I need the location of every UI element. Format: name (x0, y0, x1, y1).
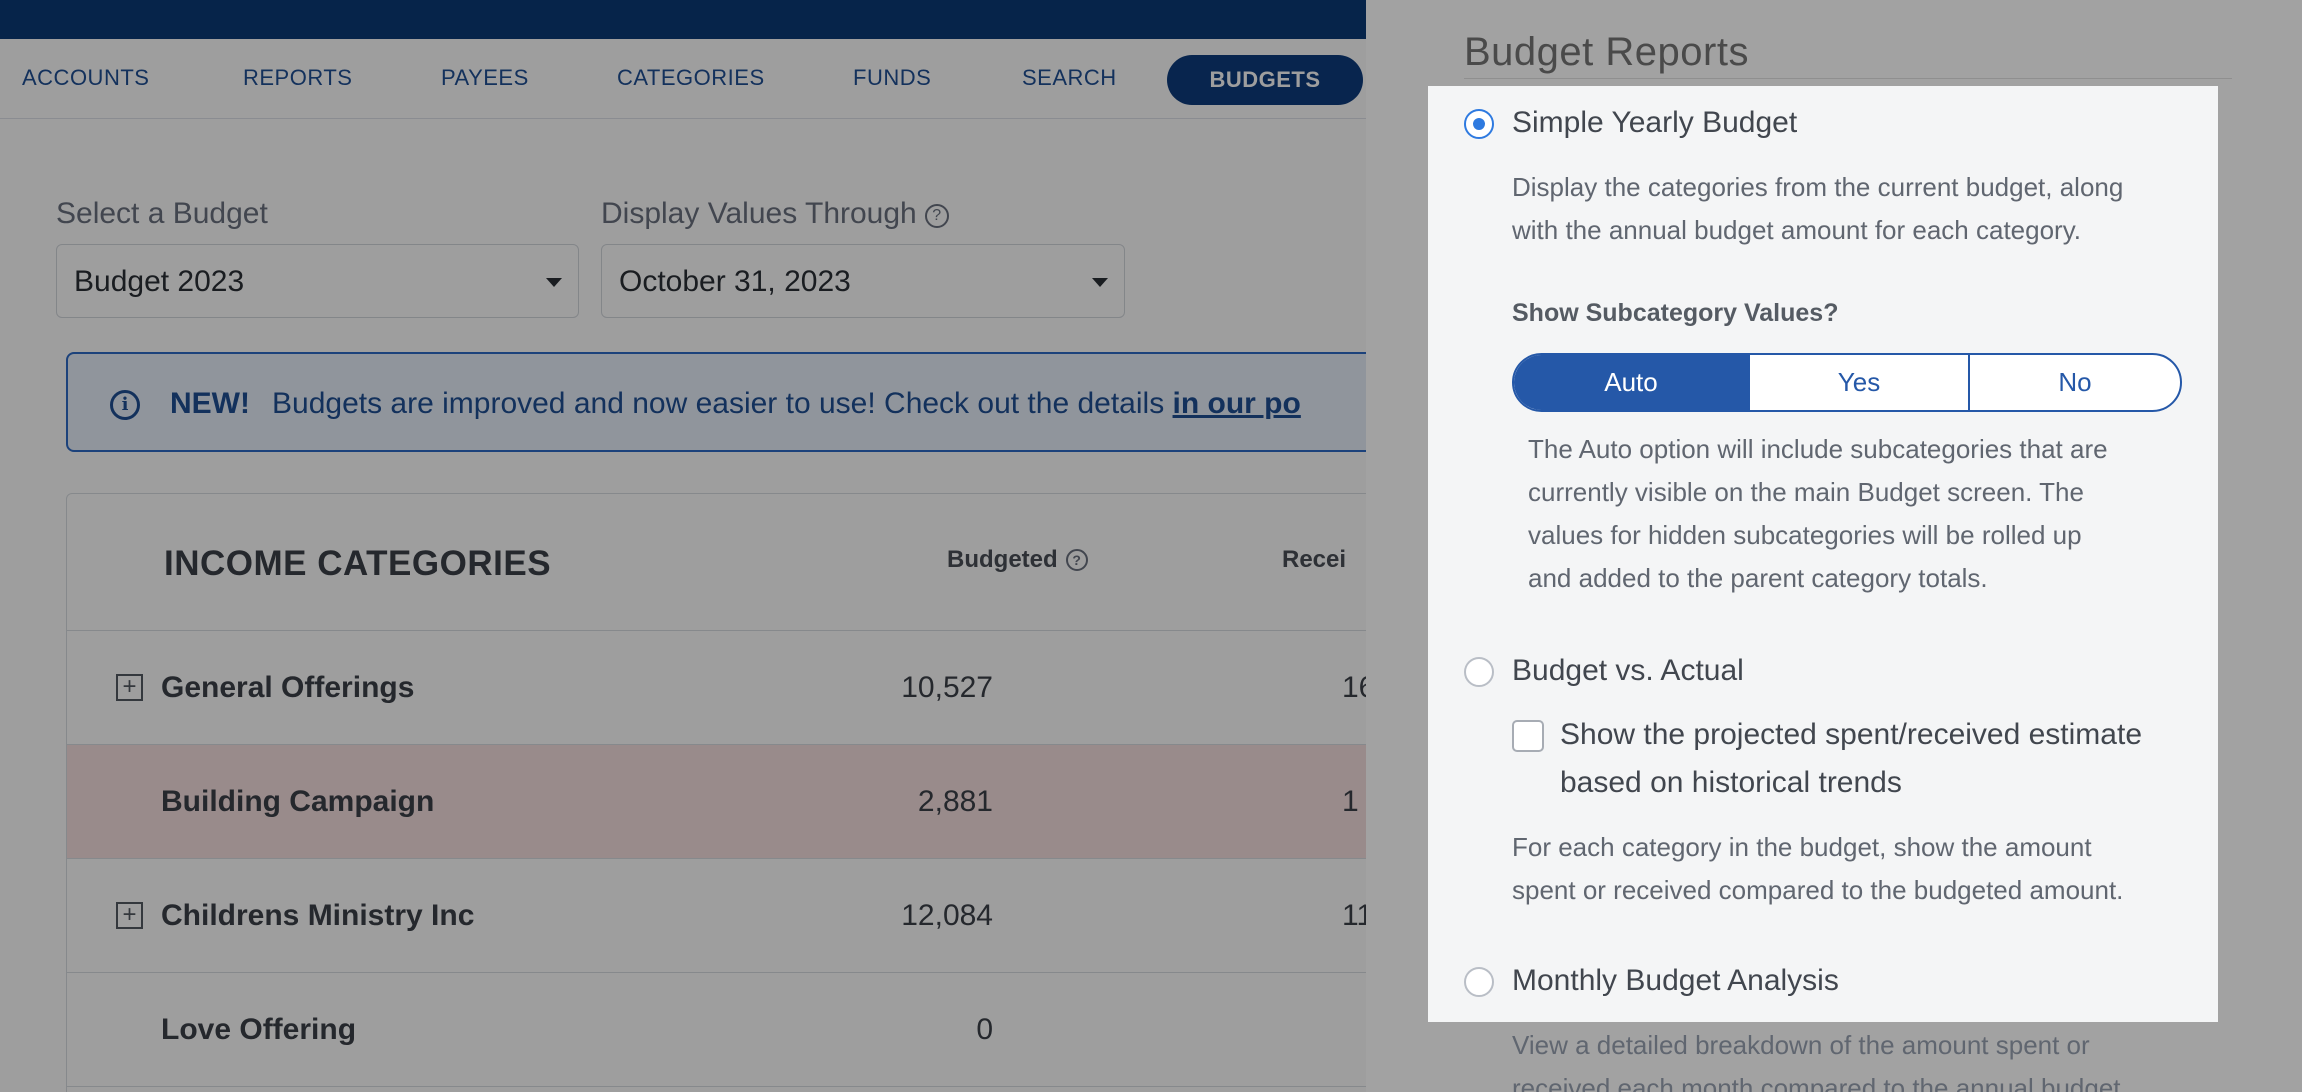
monthly-analysis-desc-line: received each month compared to the annu… (1512, 1073, 2121, 1092)
monthly-analysis-radio[interactable] (1464, 967, 1494, 997)
projected-estimate-checkbox[interactable] (1512, 720, 1544, 752)
subcategory-yes-button[interactable]: Yes (1748, 355, 1968, 410)
subcategory-heading: Show Subcategory Values? (1512, 299, 1839, 327)
subcategory-note-line: currently visible on the main Budget scr… (1528, 477, 2084, 507)
projected-estimate-label-line[interactable]: based on historical trends (1560, 766, 1902, 800)
subcategory-note-line: The Auto option will include subcategori… (1528, 434, 2108, 464)
simple-yearly-desc-line: with the annual budget amount for each c… (1512, 215, 2082, 245)
projected-estimate-label-line[interactable]: Show the projected spent/received estima… (1560, 718, 2142, 752)
budget-vs-actual-desc-line: spent or received compared to the budget… (1512, 875, 2124, 905)
monthly-analysis-desc-line: View a detailed breakdown of the amount … (1512, 1030, 2090, 1060)
subcategory-toggle: Auto Yes No (1512, 353, 2182, 412)
budget-vs-actual-radio[interactable] (1464, 657, 1494, 687)
simple-yearly-radio[interactable] (1464, 109, 1494, 139)
simple-yearly-desc-line: Display the categories from the current … (1512, 172, 2124, 202)
subcategory-note-line: and added to the parent category totals. (1528, 563, 1988, 593)
subcategory-auto-button[interactable]: Auto (1514, 355, 1748, 410)
modal-backdrop[interactable] (0, 0, 1366, 1092)
title-divider (1464, 78, 2232, 79)
budget-vs-actual-desc-line: For each category in the budget, show th… (1512, 832, 2092, 862)
subcategory-no-button[interactable]: No (1968, 355, 2180, 410)
budget-vs-actual-title[interactable]: Budget vs. Actual (1512, 654, 1744, 688)
simple-yearly-title[interactable]: Simple Yearly Budget (1512, 106, 1797, 140)
panel-title: Budget Reports (1464, 30, 1749, 74)
monthly-analysis-title[interactable]: Monthly Budget Analysis (1512, 964, 1839, 998)
subcategory-note-line: values for hidden subcategories will be … (1528, 520, 2082, 550)
